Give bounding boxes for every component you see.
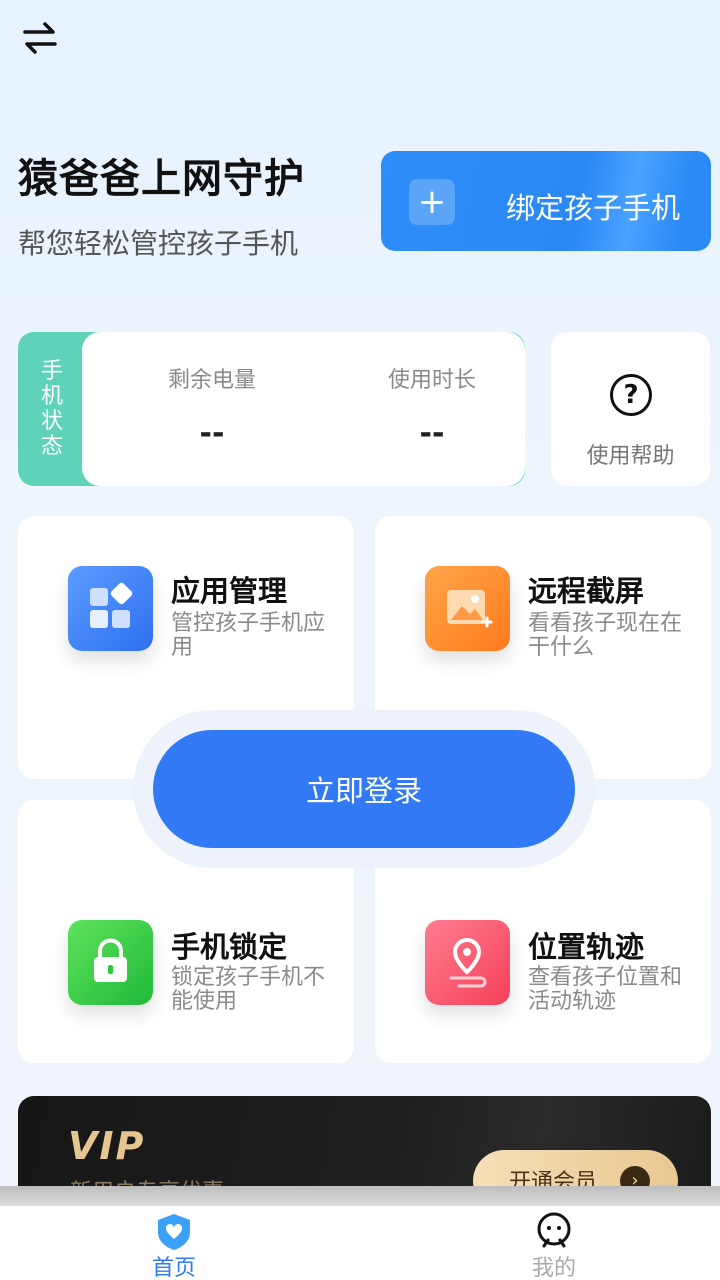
tab-me-label: 我的 [531,1256,576,1280]
phone-status-body: 剩余电量 -- 使用时长 -- [82,332,525,486]
vip-logo: VIP [68,1124,146,1168]
usage-label: 使用时长 [387,368,476,393]
plus-icon: + [409,179,455,225]
feature-name: 远程截屏 [528,574,645,608]
image-icon [425,566,510,651]
question-mark-icon: ? [610,374,652,416]
bottom-tabbar: 首页 我的 [0,1206,720,1280]
help-button[interactable]: ? 使用帮助 [551,332,710,486]
location-pin-icon [425,920,510,1005]
bind-child-phone-label: 绑定孩子手机 [506,191,681,225]
shield-heart-icon [154,1212,194,1252]
feature-desc: 管控孩子手机应用 [171,611,326,660]
phone-status-tag: 手 机 状 态 [18,332,86,486]
help-label: 使用帮助 [586,444,675,469]
usage-value: -- [419,416,445,451]
page-title: 猿爸爸上网守护 [18,156,305,202]
feature-name: 位置轨迹 [528,930,645,964]
status-tag-char: 机 [40,384,63,409]
battery-label: 剩余电量 [167,368,256,393]
switch-account-icon[interactable] [20,18,60,58]
bind-child-phone-button[interactable]: + 绑定孩子手机 [381,151,711,251]
page-subtitle: 帮您轻松管控孩子手机 [18,227,299,260]
feature-desc: 查看孩子位置和活动轨迹 [528,965,683,1014]
login-button[interactable]: 立即登录 [153,730,575,848]
battery-stat: 剩余电量 -- [122,362,302,451]
status-tag-char: 手 [40,359,63,384]
status-tag-char: 状 [40,409,63,434]
tab-home-label: 首页 [151,1256,196,1280]
usage-stat: 使用时长 -- [342,362,522,451]
tab-home[interactable]: 首页 [114,1206,234,1280]
lock-icon [68,920,153,1005]
battery-value: -- [199,416,225,451]
feature-name: 应用管理 [171,574,288,608]
tab-me[interactable]: 我的 [494,1206,614,1280]
feature-desc: 看看孩子现在在干什么 [528,611,683,660]
phone-status-card: 手 机 状 态 剩余电量 -- 使用时长 -- [18,332,525,486]
feature-desc: 锁定孩子手机不能使用 [171,965,326,1014]
user-face-icon [534,1212,574,1252]
vip-banner[interactable]: VIP 新用户专享优惠 开通会员 › [18,1096,711,1196]
tabbar-shadow [0,1186,720,1208]
feature-name: 手机锁定 [171,930,288,964]
app-grid-icon [68,566,153,651]
status-tag-char: 态 [40,434,63,459]
